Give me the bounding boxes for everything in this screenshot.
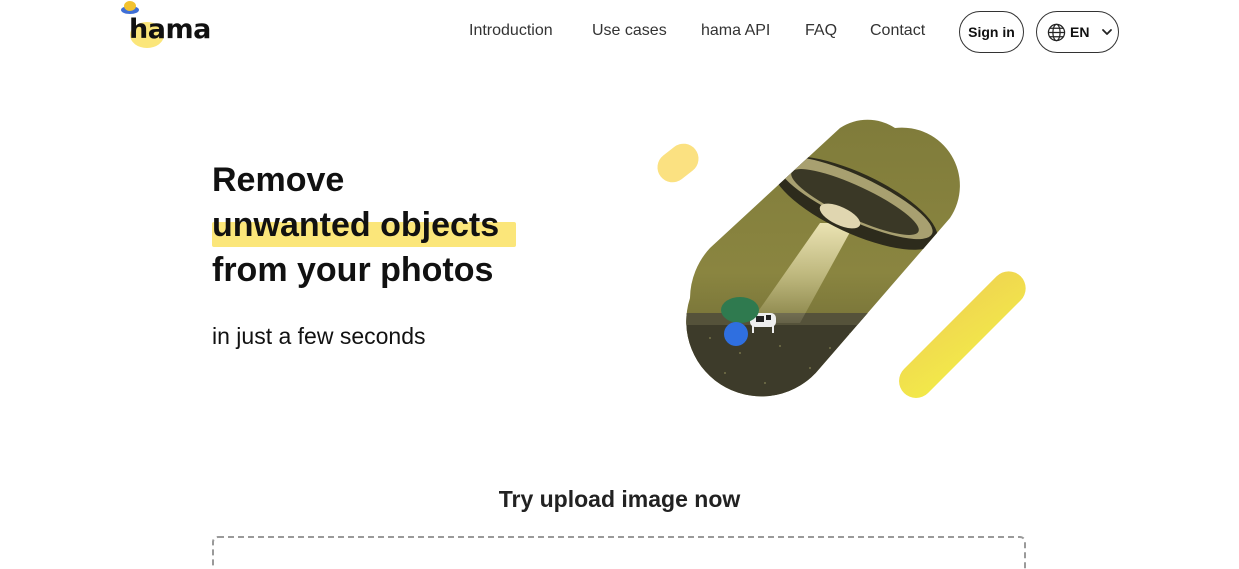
headline-line-1: Remove: [212, 161, 345, 199]
nav-link-introduction[interactable]: Introduction: [469, 22, 553, 40]
nav-link-contact[interactable]: Contact: [870, 22, 925, 40]
nav-link-use-cases[interactable]: Use cases: [592, 22, 667, 40]
nav-link-hama-api[interactable]: hama API: [701, 22, 770, 40]
headline-line-2: unwanted objects: [212, 206, 500, 244]
chevron-down-icon: [1102, 29, 1113, 35]
hero-subtitle: in just a few seconds: [212, 323, 426, 349]
headline-line-3: from your photos: [212, 251, 494, 289]
language-selector[interactable]: EN: [1036, 11, 1119, 53]
nav-link-faq[interactable]: FAQ: [805, 22, 837, 40]
image-dropzone[interactable]: [212, 536, 1026, 569]
sign-in-button[interactable]: Sign in: [959, 11, 1024, 53]
upload-section-title: Try upload image now: [498, 486, 741, 512]
hama-logo[interactable]: hama: [118, 0, 228, 52]
globe-icon: [1047, 23, 1066, 41]
brand-name: hama: [129, 14, 211, 45]
language-code: EN: [1070, 24, 1090, 40]
hero-illustration: [657, 119, 1026, 398]
